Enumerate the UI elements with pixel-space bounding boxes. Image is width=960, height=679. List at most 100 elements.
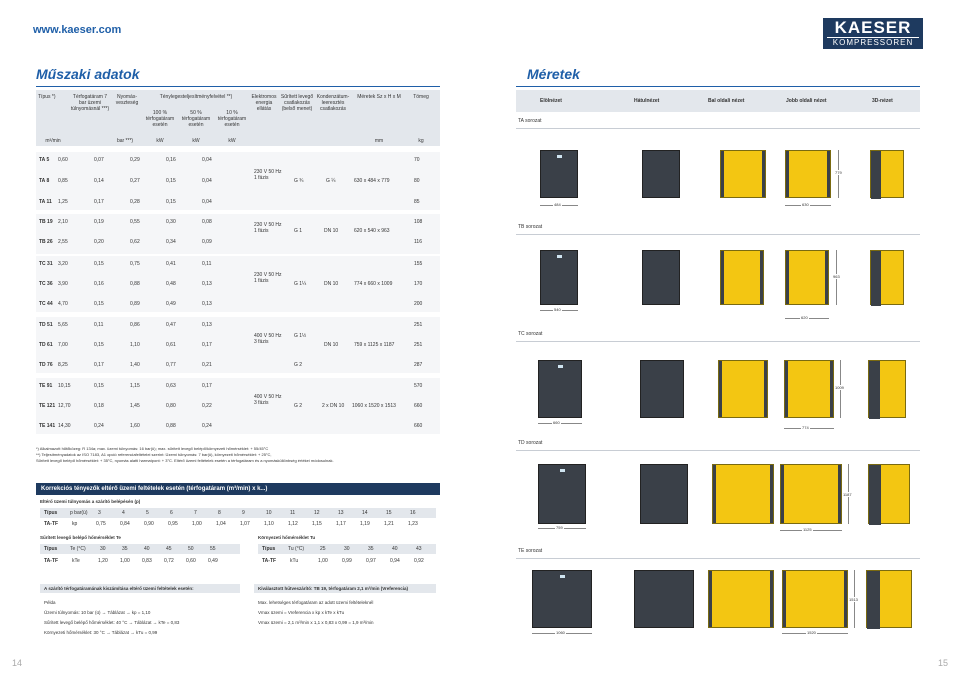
tb-depth-label: 620	[800, 315, 809, 320]
tb-height-label: 963	[832, 274, 841, 279]
unit-mass: kg	[418, 138, 424, 144]
table-row: TD 51 5,65 0,11 0,86 0,47 0,13 251	[39, 322, 423, 328]
series-te-rule	[516, 558, 920, 559]
calc-right-line-3: Vmax üzemi = 2,1 m³/min x 1,1 x 0,83 x 0…	[258, 620, 374, 625]
table-row: TC 36 3,90 0,16 0,88 0,48 0,13 230 V 50 Hz 1 …	[39, 272, 423, 287]
amb-value-row: TA-TF kTu 1,00 0,99 0,97 0,94 0,92	[262, 558, 424, 564]
dims-view-header: Elölnézet Hátulnézet Bal oldali nézet Jo…	[516, 90, 920, 112]
view-left: Bal oldali nézet	[708, 98, 745, 104]
pressure-title: Eltérő üzemi túlnyomás a szárító belépés…	[40, 499, 141, 504]
te-back-view	[634, 570, 694, 628]
unit-p50: kW	[192, 138, 200, 144]
calc-right-title: Kiválasztott hűtveszárító: TB 19, térfog…	[254, 584, 436, 593]
tc-width-label: 660	[552, 420, 561, 425]
unit-flow: m³/min	[45, 138, 61, 144]
series-tc-rule	[516, 341, 920, 342]
td-right-view	[780, 464, 842, 524]
calc-right-line-2: Vmax üzemi = Vreferencia x kp x kTe x kT…	[258, 610, 345, 615]
ta-left-view	[720, 150, 766, 198]
tb-back-view	[642, 250, 680, 305]
ta-width-label: 484	[553, 202, 562, 207]
hdr-air-conn: Sűrített levegő csatlakozás (belső menet…	[280, 94, 314, 112]
amb-head-row: Típus Tu (°C) 25 30 35 40 43	[258, 544, 436, 554]
td-3d-view	[868, 464, 910, 525]
site-url[interactable]: www.kaeser.com	[33, 24, 121, 36]
calc-line-1: Üzemi túlnyomás: 10 bar (ü) → Táblázat →…	[44, 610, 151, 615]
tb-left-view	[720, 250, 764, 305]
te-depth-label: 1520	[806, 630, 817, 635]
hdr-power: Ténylegesteljesítményfelvétel **)	[159, 94, 233, 100]
kaeser-logo: KAESER KOMPRESSOREN	[823, 18, 923, 49]
table-row: TC 44 4,70 0,15 0,89 0,49 0,13 200	[39, 301, 423, 307]
calc-example: Példa	[44, 600, 56, 605]
tc-depth-label: 774	[801, 425, 810, 430]
series-ta-rule	[516, 128, 920, 129]
pressure-head-row: Típus p bar(ü) 3 4 5 6 7 8 9 10 11 12 13 14 15 16	[40, 508, 436, 518]
ta-3d-view	[870, 150, 904, 199]
table-row: TE 91 10,15 0,15 1,15 0,63 0,17 570	[39, 383, 423, 389]
tc-3d-view	[868, 360, 906, 419]
unit-dims: mm	[374, 138, 384, 144]
ta-right-view	[785, 150, 831, 198]
right-page-title: Méretek	[527, 66, 580, 82]
tb-width-label: 540	[553, 307, 562, 312]
hdr-mass: Tömeg	[413, 94, 429, 100]
te-front-view	[532, 570, 592, 628]
series-td-rule	[516, 450, 920, 451]
te-3d-view	[866, 570, 912, 629]
series-tb-rule	[516, 234, 920, 235]
unit-p10: kW	[228, 138, 236, 144]
hdr-flow: Térfogatáram 7 bar üzemi túlnyomásnál **…	[70, 94, 110, 112]
series-tc-label: TC sorozat	[518, 331, 543, 337]
correction-title-bar: Korrekciós tényezők eltérő üzemi feltéte…	[36, 483, 440, 495]
temp-value-row: TA-TF kTe 1,20 1,00 0,83 0,72 0,60 0,49	[44, 558, 218, 564]
te-left-view	[708, 570, 774, 628]
table-row: TE 141 14,30 0,24 1,60 0,88 0,24 660	[39, 423, 423, 429]
unit-p100: kW	[156, 138, 164, 144]
left-page-title: Műszaki adatok	[36, 66, 140, 82]
view-right: Jobb oldali nézet	[786, 98, 827, 104]
temp-title: Sűrített levegő belépő hőmérséklet Te	[40, 535, 121, 540]
table-row: TD 76 8,25 0,17 1,40 0,77 0,21 G 2 287	[39, 362, 423, 368]
view-back: Hátulnézet	[634, 98, 660, 104]
hdr-dims: Méretek Sz x H x M	[357, 94, 401, 100]
tc-front-view	[538, 360, 582, 418]
spec-table-header: Típus *) Térfogatáram 7 bar üzemi túlnyo…	[36, 90, 440, 146]
right-title-rule	[516, 86, 920, 87]
te-height-label: 1513	[848, 597, 859, 602]
td-left-view	[712, 464, 774, 524]
unit-dp: bar ***)	[116, 138, 134, 144]
calc-line-3: Környezeti hőmérséklet: 30 °C → Táblázat…	[44, 630, 158, 635]
left-title-rule	[36, 86, 440, 87]
hdr-power-50: 50 % térfogatáram esetén	[181, 110, 211, 128]
view-front: Elölnézet	[540, 98, 562, 104]
td-back-view	[640, 464, 688, 524]
series-te-label: TE sorozat	[518, 548, 543, 554]
pressure-value-row: TA-TF kp 0,75 0,84 0,90 0,95 1,00 1,04 1,07 1,10…	[44, 521, 418, 527]
te-right-view	[782, 570, 848, 628]
table-row: TE 121 12,70 0,18 1,45 0,80 0,22 400 V 50 Hz …	[39, 394, 423, 409]
td-height-label: 1187	[842, 492, 853, 497]
table-row: TB 26 2,55 0,20 0,62 0,34 0,09 116	[39, 239, 422, 245]
table-row: TB 19 2,10 0,19 0,55 0,30 0,08 230 V 50 Hz 1 …	[39, 219, 423, 234]
ta-height-label: 779	[834, 170, 843, 175]
page-number-left: 14	[12, 658, 23, 668]
table-row: TA 5 0,60 0,07 0,29 0,16 0,04 70	[39, 157, 420, 163]
td-width-label: 759	[555, 525, 564, 530]
ta-front-view	[540, 150, 578, 198]
te-width-label: 1060	[555, 630, 566, 635]
temp-head-row: Típus Te (°C) 30 35 40 45 50 55	[40, 544, 240, 554]
hdr-type: Típus *)	[38, 94, 56, 100]
tb-3d-view	[870, 250, 904, 306]
series-td-label: TD sorozat	[518, 440, 543, 446]
footnote-3: Sűrített levegő belépő hőmérséklet: + 35…	[36, 458, 334, 463]
hdr-pressure-drop: Nyomás-veszteség	[115, 94, 139, 106]
ta-depth-label: 630	[801, 202, 810, 207]
table-row: TA 8 0,85 0,14 0,27 0,15 0,04 230 V 50 Hz 1 f…	[39, 169, 420, 184]
series-tb-label: TB sorozat	[518, 224, 543, 230]
tb-front-view	[540, 250, 578, 305]
td-depth-label: 1125	[802, 527, 813, 532]
amb-title: Környezeti hőmérséklet Tu	[258, 535, 316, 540]
tc-back-view	[640, 360, 684, 418]
calc-right-line-1: Max. lehetséges térfogatáram az adott üz…	[258, 600, 374, 605]
